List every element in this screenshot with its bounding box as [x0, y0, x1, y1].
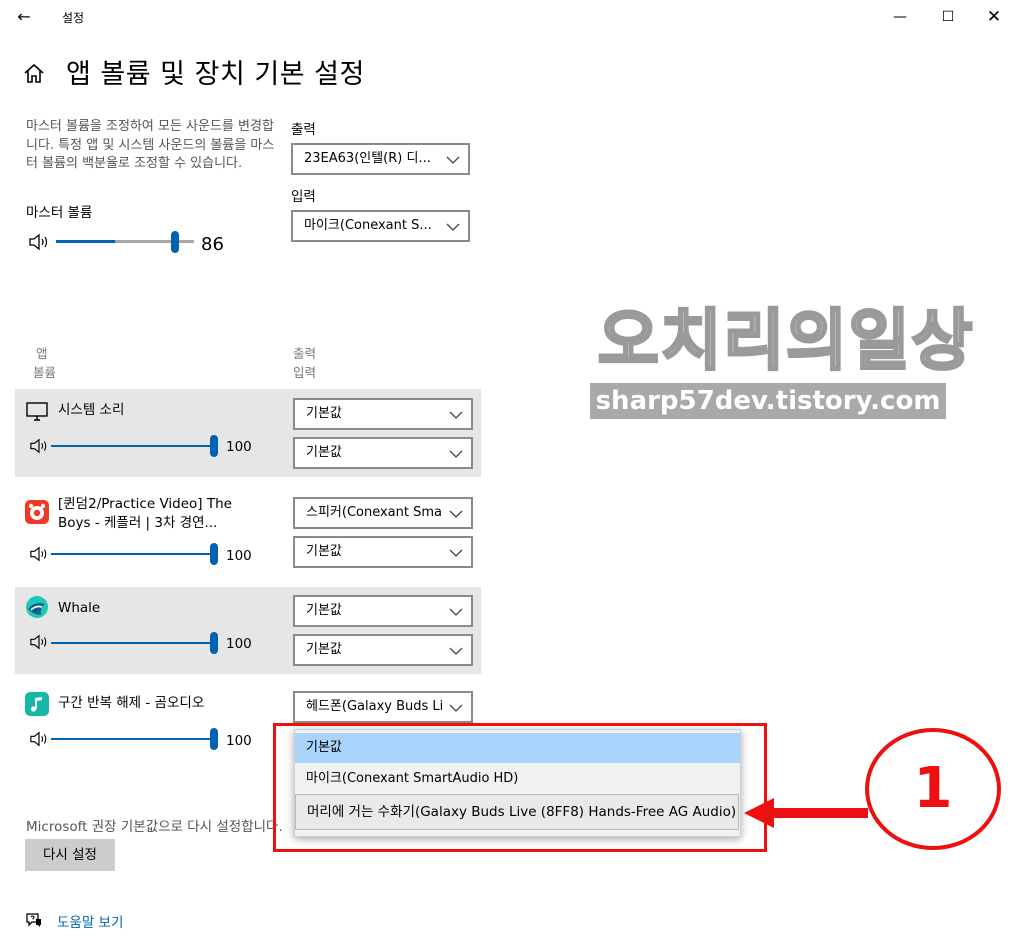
whale-icon — [26, 596, 48, 618]
callout-number: 1 — [913, 756, 953, 821]
app-output-select[interactable]: 기본값 — [293, 595, 473, 627]
app-volume-slider-thumb[interactable] — [210, 543, 218, 565]
watermark-url: sharp57dev.tistory.com — [595, 386, 941, 416]
app-output-value: 기본값 — [306, 406, 342, 421]
app-volume-track[interactable] — [51, 445, 214, 447]
back-button[interactable]: ← — [10, 4, 38, 30]
app-volume-slider-thumb[interactable] — [210, 632, 218, 654]
app-input-value: 기본값 — [306, 445, 342, 460]
app-input-select[interactable]: 기본값 — [293, 536, 473, 568]
help-icon[interactable] — [25, 911, 43, 929]
column-header-input: 입력 — [293, 365, 317, 380]
app-output-value: 스피커(Conexant SmartAudio HD) — [306, 505, 443, 520]
chevron-down-icon — [445, 212, 461, 240]
chevron-down-icon — [448, 499, 464, 527]
app-output-select[interactable]: 스피커(Conexant SmartAudio HD) — [293, 497, 473, 529]
page-title: 앱 볼륨 및 장치 기본 설정 — [66, 59, 365, 90]
callout-arrow-icon — [744, 798, 868, 828]
output-label: 출력 — [291, 122, 316, 138]
input-label: 입력 — [291, 189, 316, 205]
home-icon[interactable] — [22, 62, 46, 86]
chevron-down-icon — [448, 693, 464, 721]
master-volume-value: 86 — [201, 234, 224, 255]
app-output-value: 기본값 — [306, 603, 342, 618]
app-volume-slider-thumb[interactable] — [210, 435, 218, 457]
app-row-video-player: [퀸덤2/Practice Video] The Boys - 케플러 | 3차… — [15, 487, 481, 579]
chevron-down-icon — [448, 636, 464, 664]
column-header-app: 앱 — [36, 346, 48, 361]
help-link[interactable]: 도움말 보기 — [57, 911, 123, 931]
app-name: 시스템 소리 — [58, 402, 125, 418]
master-volume-slider-thumb[interactable] — [171, 231, 179, 253]
title-bar: ← 설정 — ☐ ✕ — [0, 0, 1018, 34]
reset-button[interactable]: 다시 설정 — [25, 839, 115, 871]
app-volume-value: 100 — [226, 733, 252, 749]
reset-description: Microsoft 권장 기본값으로 다시 설정합니다. — [26, 819, 283, 835]
app-input-value: 기본값 — [306, 642, 342, 657]
speaker-icon[interactable] — [29, 437, 49, 455]
column-header-volume: 볼륨 — [33, 365, 57, 380]
app-volume-value: 100 — [226, 636, 252, 652]
master-volume-label: 마스터 볼륨 — [26, 205, 93, 221]
app-input-select[interactable]: 기본값 — [293, 437, 473, 469]
app-input-select[interactable]: 기본값 — [293, 634, 473, 666]
callout-highlight-box — [273, 723, 767, 852]
speaker-icon[interactable] — [29, 545, 49, 563]
speaker-icon[interactable] — [28, 232, 50, 252]
speaker-icon[interactable] — [29, 633, 49, 651]
master-description: 마스터 볼륨을 조정하여 모든 사운드를 변경합니다. 특정 앱 및 시스템 사… — [26, 119, 275, 171]
watermark-title: 오치리의일상 — [597, 301, 975, 381]
chevron-down-icon — [448, 597, 464, 625]
app-output-value: 헤드폰(Galaxy Buds Live (8FF8) Stereo) — [306, 699, 443, 714]
app-name: Whale — [58, 600, 101, 616]
chevron-down-icon — [448, 538, 464, 566]
input-device-value: 마이크(Conexant S... — [304, 218, 432, 233]
chevron-down-icon — [448, 400, 464, 428]
app-volume-track[interactable] — [51, 553, 214, 555]
speaker-icon[interactable] — [29, 730, 49, 748]
maximize-button[interactable]: ☐ — [928, 4, 968, 30]
app-name: [퀸덤2/Practice Video] The Boys - 케플러 | 3차… — [58, 496, 232, 531]
window-title: 설정 — [62, 11, 85, 25]
app-row-system-sounds: 시스템 소리 100 기본값 기본값 — [15, 389, 481, 477]
app-volume-value: 100 — [226, 548, 252, 564]
player-icon — [25, 500, 49, 524]
output-device-value: 23EA63(인텔(R) 디... — [304, 151, 431, 166]
app-volume-slider-thumb[interactable] — [210, 728, 218, 750]
app-name: 구간 반복 해제 - 곰오디오 — [58, 695, 205, 711]
chevron-down-icon — [448, 439, 464, 467]
output-device-select[interactable]: 23EA63(인텔(R) 디... — [291, 143, 470, 175]
app-input-value: 기본값 — [306, 544, 342, 559]
monitor-icon — [26, 402, 48, 421]
gomaudio-icon — [25, 692, 49, 716]
input-device-select[interactable]: 마이크(Conexant S... — [291, 210, 470, 242]
app-volume-track[interactable] — [51, 642, 214, 644]
app-volume-value: 100 — [226, 439, 252, 455]
chevron-down-icon — [445, 145, 461, 173]
close-button[interactable]: ✕ — [974, 4, 1014, 30]
app-output-select[interactable]: 헤드폰(Galaxy Buds Live (8FF8) Stereo) — [293, 691, 473, 723]
app-output-select[interactable]: 기본값 — [293, 398, 473, 430]
app-row-whale: Whale 100 기본값 기본값 — [15, 587, 481, 674]
master-volume-fill — [56, 240, 115, 243]
column-header-output: 출력 — [293, 346, 317, 361]
app-volume-track[interactable] — [51, 738, 214, 740]
minimize-button[interactable]: — — [880, 4, 920, 30]
